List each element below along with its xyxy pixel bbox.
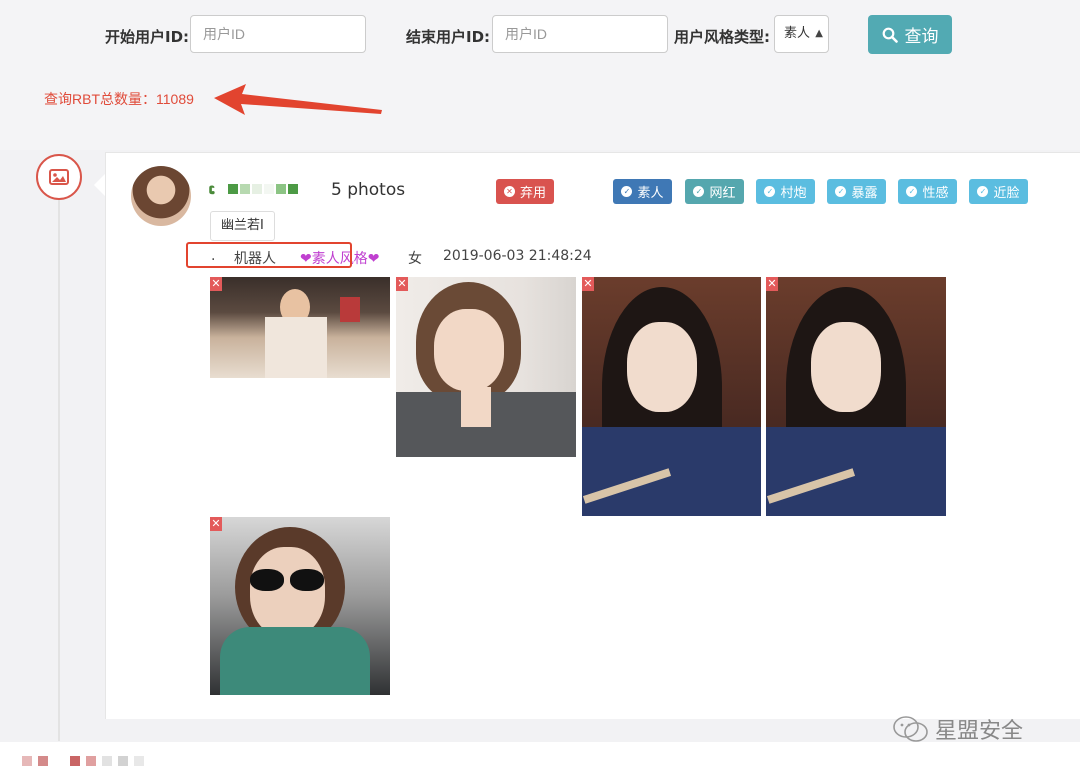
meta-date: 2019-06-03 21:48:24 xyxy=(443,248,592,264)
avatar[interactable] xyxy=(131,166,191,226)
start-id-label: 开始用户ID: xyxy=(105,28,190,46)
total-count: 查询RBT总数量：11089 xyxy=(44,91,194,107)
wechat-icon xyxy=(893,716,928,742)
tag-label: 性感 xyxy=(922,186,949,201)
check-circle-icon: ✓ xyxy=(977,186,989,197)
search-icon xyxy=(882,27,898,43)
tag-label: 村炮 xyxy=(780,186,807,201)
check-circle-icon: ✓ xyxy=(835,186,847,197)
photo-thumbnail[interactable]: ✕ xyxy=(396,277,576,457)
tag-label: 网红 xyxy=(709,186,736,201)
tag-xinggan[interactable]: ✓ 性感 xyxy=(898,179,957,204)
discard-button[interactable]: ✕ 弃用 xyxy=(496,179,554,204)
photo-thumbnail[interactable]: ✕ xyxy=(210,517,390,695)
style-type-label: 用户风格类型: xyxy=(674,28,770,46)
close-icon[interactable]: ✕ xyxy=(396,277,408,291)
check-circle-icon: ✓ xyxy=(693,186,705,197)
meta-gender: 女 xyxy=(408,251,422,267)
query-button-label: 查询 xyxy=(904,27,939,47)
photo-thumbnail[interactable]: ✕ xyxy=(766,277,946,516)
tag-label: 近脸 xyxy=(993,186,1020,201)
close-icon[interactable]: ✕ xyxy=(210,517,222,531)
highlight-box xyxy=(186,242,352,268)
query-button[interactable]: 查询 xyxy=(868,15,952,54)
timeline-image-icon xyxy=(36,154,82,200)
style-type-value: 素人 xyxy=(784,26,811,41)
nickname-box: 幽兰若I xyxy=(210,211,275,241)
footer-strip xyxy=(0,742,1080,777)
card-pointer xyxy=(94,174,105,196)
photo-thumbnail[interactable]: ✕ xyxy=(210,277,390,378)
watermark: 星盟安全 xyxy=(893,713,1023,745)
check-circle-icon: ✓ xyxy=(906,186,918,197)
pixelated-footer xyxy=(22,756,144,766)
close-icon[interactable]: ✕ xyxy=(582,277,594,291)
timeline-line xyxy=(58,196,60,741)
tag-label: 暴露 xyxy=(851,186,878,201)
watermark-text: 星盟安全 xyxy=(935,719,1024,744)
username-prefix: ເ xyxy=(208,180,216,198)
tag-label: 素人 xyxy=(637,186,664,201)
end-id-input[interactable] xyxy=(492,15,668,53)
style-type-select[interactable]: 素人 ▲ xyxy=(774,15,829,53)
tag-baolu[interactable]: ✓ 暴露 xyxy=(827,179,886,204)
tag-cunpao[interactable]: ✓ 村炮 xyxy=(756,179,815,204)
photos-count: 5 photos xyxy=(331,180,406,200)
close-circle-icon: ✕ xyxy=(503,186,515,197)
arrow-annotation xyxy=(214,84,382,115)
end-id-label: 结束用户ID: xyxy=(406,28,491,46)
check-circle-icon: ✓ xyxy=(764,186,776,197)
close-icon[interactable]: ✕ xyxy=(766,277,778,291)
check-circle-icon: ✓ xyxy=(621,186,633,197)
username-pixelated xyxy=(228,184,298,194)
photo-thumbnail[interactable]: ✕ xyxy=(582,277,761,516)
tag-suren[interactable]: ✓ 素人 xyxy=(613,179,672,204)
tag-wanghong[interactable]: ✓ 网红 xyxy=(685,179,744,204)
start-id-input[interactable] xyxy=(190,15,366,53)
tag-jinlian[interactable]: ✓ 近脸 xyxy=(969,179,1028,204)
discard-label: 弃用 xyxy=(519,186,546,201)
close-icon[interactable]: ✕ xyxy=(210,277,222,291)
updown-arrows-icon: ▲ xyxy=(815,28,823,39)
search-bar: 开始用户ID: 结束用户ID: 用户风格类型: 素人 ▲ 查询 查询RBT总数量… xyxy=(0,0,1080,150)
